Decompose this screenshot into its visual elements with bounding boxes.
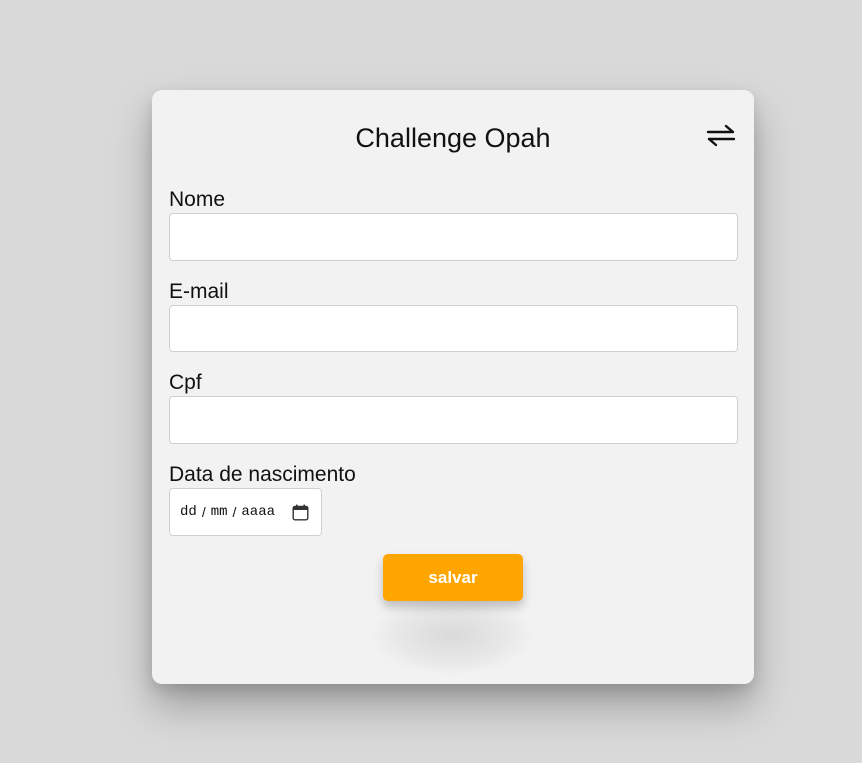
email-input[interactable] bbox=[169, 305, 738, 352]
year-segment[interactable]: aaaa bbox=[241, 504, 275, 520]
birthdate-label: Data de nascimento bbox=[169, 463, 356, 486]
date-separator: / bbox=[232, 504, 237, 520]
nome-label: Nome bbox=[169, 188, 226, 211]
form-card: Challenge Opah Nome E-mail Cpf Data de n… bbox=[152, 90, 754, 684]
email-field-group: E-mail bbox=[169, 279, 738, 352]
nome-input[interactable] bbox=[169, 213, 738, 261]
nome-field-group: Nome bbox=[169, 187, 738, 261]
day-segment[interactable]: dd bbox=[180, 504, 197, 520]
swap-arrows-icon[interactable] bbox=[705, 124, 737, 148]
date-separator: / bbox=[201, 504, 206, 520]
cpf-field-group: Cpf bbox=[169, 370, 738, 444]
birthdate-field-group: Data de nascimento dd / mm / aaaa bbox=[169, 462, 738, 536]
save-button[interactable]: salvar bbox=[383, 554, 523, 601]
cpf-input[interactable] bbox=[169, 396, 738, 444]
email-label: E-mail bbox=[169, 280, 229, 303]
cpf-label: Cpf bbox=[169, 371, 202, 394]
button-shadow bbox=[372, 595, 532, 675]
calendar-icon[interactable] bbox=[292, 504, 309, 521]
birthdate-input[interactable]: dd / mm / aaaa bbox=[169, 488, 322, 536]
page-title: Challenge Opah bbox=[355, 123, 551, 153]
month-segment[interactable]: mm bbox=[211, 504, 228, 520]
